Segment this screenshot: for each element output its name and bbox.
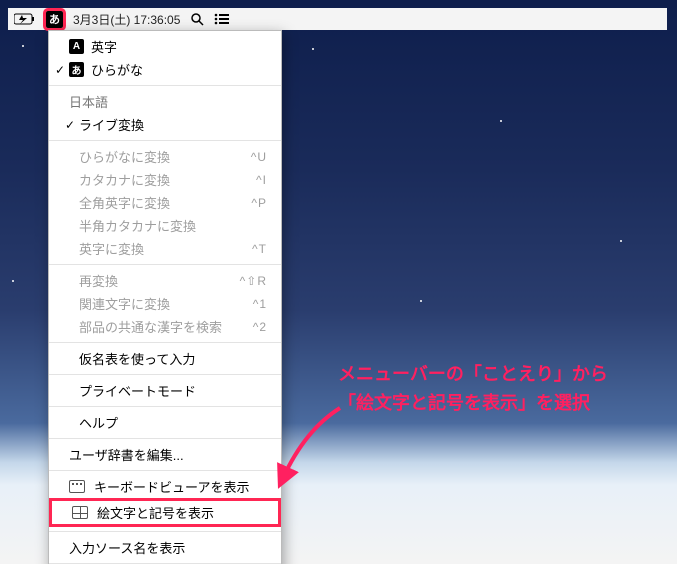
menu-item-convert-katakana: カタカナに変換 ^I [49,168,281,191]
spotlight-icon[interactable] [190,12,204,26]
menu-item-convert-hiragana: ひらがなに変換 ^U [49,145,281,168]
label: ヘルプ [79,413,118,432]
menu-item-kana-table[interactable]: 仮名表を使って入力 [49,347,281,370]
check-icon: ✓ [55,63,65,77]
menu-item-convert-fullwidth: 全角英字に変換 ^P [49,191,281,214]
menu-item-convert-halfkata: 半角カタカナに変換 [49,214,281,237]
keyboard-icon [69,480,85,493]
label: 全角英字に変換 [79,193,170,212]
label: 部品の共通な漢字を検索 [79,317,222,336]
shortcut: ^T [252,242,267,256]
menu-item-convert-roman: 英字に変換 ^T [49,237,281,260]
label: ユーザ辞書を編集... [69,445,184,464]
label: 絵文字と記号を表示 [97,503,214,522]
label: プライベートモード [79,381,196,400]
shortcut: ^2 [253,320,267,334]
separator [49,470,281,471]
label: ひらがな [91,60,143,79]
input-glyph: あ [49,11,60,27]
label: 仮名表を使って入力 [79,349,195,368]
menu-item-reconvert: 再変換 ^⇧R [49,269,281,292]
menubar: あ 3月3日(土) 17:36:05 [8,8,667,30]
menu-header-japanese: 日本語 [49,90,281,113]
label: ライブ変換 [79,115,144,134]
separator [49,264,281,265]
menu-item-live-convert[interactable]: ✓ ライブ変換 [49,113,281,136]
separator [49,85,281,86]
menu-item-emoji-symbols[interactable]: 絵文字と記号を表示 [49,498,281,527]
menu-item-eiji[interactable]: A 英字 [49,35,281,58]
menu-item-hiragana[interactable]: ✓ あひらがな [49,58,281,81]
character-grid-icon [72,506,88,519]
shortcut: ^⇧R [240,274,267,288]
shortcut: ^U [251,150,267,164]
label: ひらがなに変換 [79,147,170,166]
menu-item-help[interactable]: ヘルプ [49,411,281,434]
separator [49,374,281,375]
label: 半角カタカナに変換 [79,216,196,235]
shortcut: ^P [251,196,267,210]
menu-item-private-mode[interactable]: プライベートモード [49,379,281,402]
separator [49,140,281,141]
check-icon: ✓ [65,118,75,132]
label: キーボードビューアを表示 [94,477,249,496]
menu-item-show-source-name[interactable]: 入力ソース名を表示 [49,536,281,559]
shortcut: ^1 [253,297,267,311]
input-source-menu: A 英字 ✓ あひらがな 日本語 ✓ ライブ変換 ひらがなに変換 ^U カタカナに変換 ^… [48,30,282,564]
label: 再変換 [79,271,118,290]
latin-a-icon: A [69,39,84,54]
label: 関連文字に変換 [79,294,170,313]
label: 入力ソース名を表示 [69,538,185,557]
separator [49,406,281,407]
menu-item-related-chars: 関連文字に変換 ^1 [49,292,281,315]
battery-icon [14,13,36,25]
separator [49,438,281,439]
label: カタカナに変換 [79,170,170,189]
datetime[interactable]: 3月3日(土) 17:36:05 [73,11,180,28]
notification-icon[interactable] [214,13,229,25]
annotation-text: メニューバーの「ことえり」から 「絵文字と記号を表示」を選択 [338,360,608,418]
input-source-icon[interactable]: あ [46,11,63,28]
separator [49,531,281,532]
menu-item-edit-dict[interactable]: ユーザ辞書を編集... [49,443,281,466]
hiragana-a-icon: あ [69,62,84,77]
label: 英字 [91,37,117,56]
menu-item-common-kanji: 部品の共通な漢字を検索 ^2 [49,315,281,338]
shortcut: ^I [256,173,267,187]
separator [49,342,281,343]
label: 英字に変換 [79,239,144,258]
menu-item-keyboard-viewer[interactable]: キーボードビューアを表示 [49,475,281,498]
